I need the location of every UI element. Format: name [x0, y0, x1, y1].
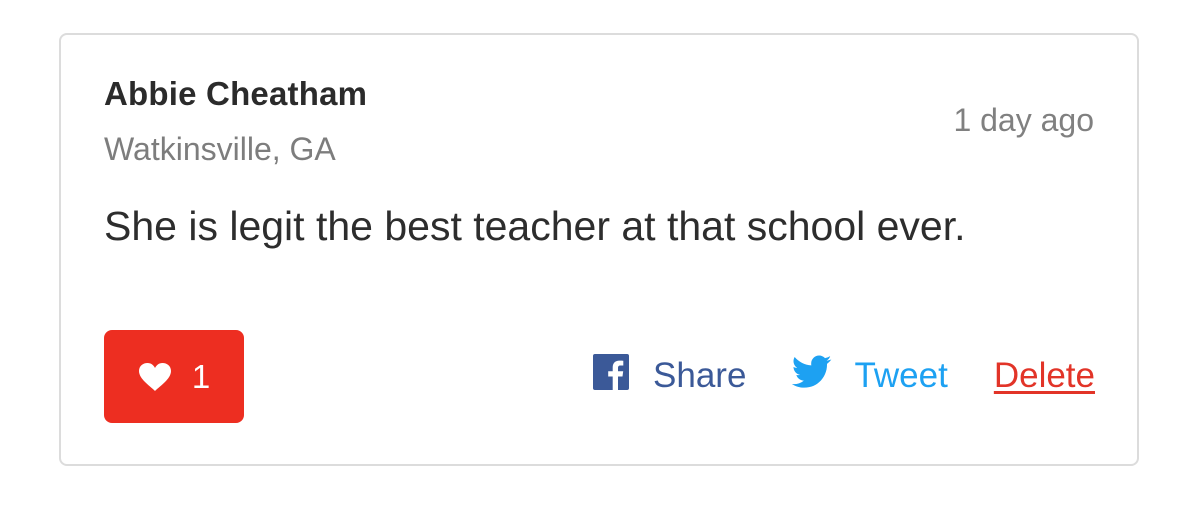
delete-button[interactable]: Delete [994, 356, 1095, 396]
tweet-button[interactable]: Tweet [792, 355, 948, 398]
comment-author: Abbie Cheatham [104, 75, 368, 112]
comment-text: She is legit the best teacher at that sc… [104, 203, 966, 249]
share-label: Share [653, 356, 747, 395]
facebook-icon [593, 353, 653, 399]
tweet-label: Tweet [854, 356, 948, 395]
comment-timestamp: 1 day ago [953, 102, 1094, 138]
comment-actions: Share Tweet Delete [593, 352, 1095, 400]
twitter-icon [792, 355, 854, 398]
like-count: 1 [191, 357, 211, 395]
share-button[interactable]: Share [593, 353, 747, 399]
heart-icon [138, 362, 172, 392]
like-button[interactable]: 1 [104, 330, 244, 423]
comment-location: Watkinsville, GA [104, 131, 336, 167]
